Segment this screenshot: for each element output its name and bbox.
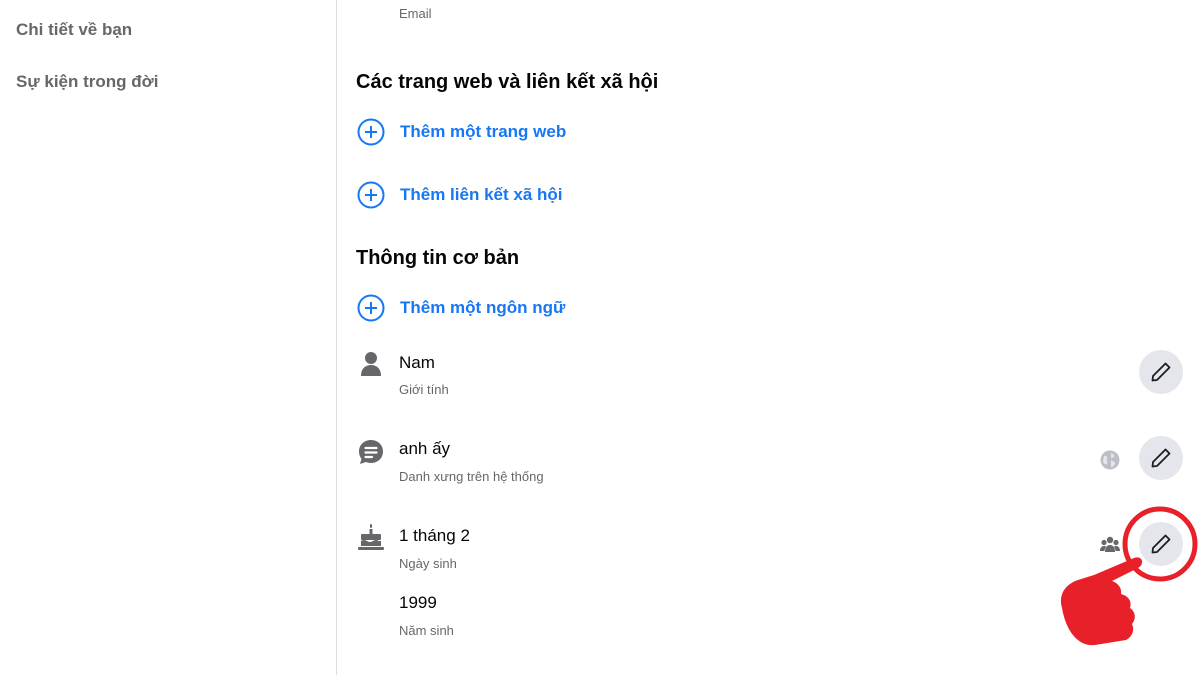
basic-info-section-title: Thông tin cơ bản xyxy=(356,247,520,269)
pronoun-label: Danh xưng trên hệ thống xyxy=(399,469,544,484)
plus-circle-icon xyxy=(357,294,385,322)
pencil-icon xyxy=(1151,362,1171,382)
chat-icon xyxy=(359,440,383,464)
birth-year-value: 1999 xyxy=(399,593,437,612)
add-website-button[interactable]: Thêm một trang web xyxy=(357,118,566,146)
edit-pronoun-button[interactable] xyxy=(1139,436,1183,480)
plus-circle-icon xyxy=(357,181,385,209)
edit-birthday-button[interactable] xyxy=(1139,522,1183,566)
gender-label: Giới tính xyxy=(399,382,449,397)
friends-icon[interactable] xyxy=(1099,602,1121,624)
add-language-button[interactable]: Thêm một ngôn ngữ xyxy=(357,294,565,322)
websites-section-title: Các trang web và liên kết xã hội xyxy=(356,71,659,93)
about-main-panel: Email Các trang web và liên kết xã hội T… xyxy=(337,0,1200,675)
gender-value: Nam xyxy=(399,353,435,372)
birth-year-label: Năm sinh xyxy=(399,623,454,638)
plus-circle-icon xyxy=(357,118,385,146)
sidebar-item-details-about-you[interactable]: Chi tiết về bạn xyxy=(16,20,132,40)
sidebar-item-life-events[interactable]: Sự kiện trong đời xyxy=(16,72,158,92)
birthday-value: 1 tháng 2 xyxy=(399,526,470,545)
person-icon xyxy=(361,352,381,376)
cake-icon xyxy=(358,524,384,550)
add-social-link-label: Thêm liên kết xã hội xyxy=(400,185,563,204)
friends-icon[interactable] xyxy=(1099,534,1121,556)
pencil-icon xyxy=(1151,448,1171,468)
add-website-label: Thêm một trang web xyxy=(400,122,567,141)
pronoun-value: anh ấy xyxy=(399,439,451,458)
edit-gender-button[interactable] xyxy=(1139,350,1183,394)
add-social-link-button[interactable]: Thêm liên kết xã hội xyxy=(357,181,563,209)
email-caption: Email xyxy=(399,6,432,21)
add-language-label: Thêm một ngôn ngữ xyxy=(400,298,566,317)
about-sidebar: Chi tiết về bạn Sự kiện trong đời xyxy=(0,0,337,675)
pencil-icon xyxy=(1151,534,1171,554)
birthday-label: Ngày sinh xyxy=(399,556,457,571)
globe-icon[interactable] xyxy=(1099,449,1121,471)
